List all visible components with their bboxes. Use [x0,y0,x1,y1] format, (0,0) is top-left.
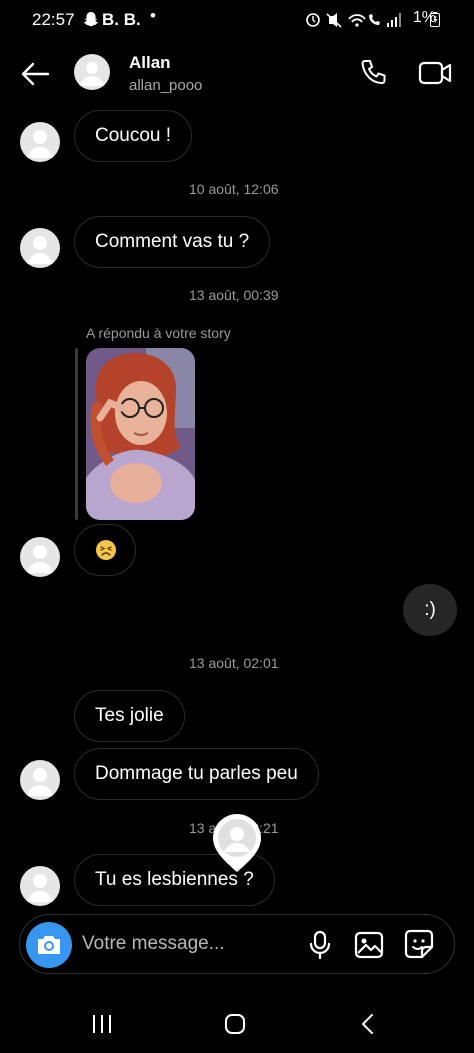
camera-button[interactable] [26,922,72,968]
message-bubble[interactable]: Coucou ! [74,110,193,162]
sent-message-bubble[interactable]: :) [403,584,457,636]
emoji-message-bubble[interactable] [74,524,136,576]
microphone-icon[interactable] [308,930,332,960]
arrow-back-icon[interactable] [20,62,50,86]
sticker-icon[interactable] [404,929,434,959]
status-icons [306,13,401,28]
timestamp: 10 août, 12:06 [189,181,279,197]
message-bubble[interactable]: Dommage tu parles peu [74,748,319,800]
gallery-icon[interactable] [354,931,384,959]
timestamp: 13 août, 00:39 [189,287,279,303]
contact-username[interactable]: allan_pooo [129,77,202,94]
message-input[interactable] [82,929,292,959]
avatar[interactable] [20,537,60,577]
phone-icon[interactable] [359,58,389,88]
avatar[interactable] [20,866,60,906]
timestamp: 13 août, 02:01 [189,655,279,671]
story-reply-label: A répondu à votre story [86,325,231,341]
message-composer [19,914,455,974]
message-text: Tes jolie [95,705,164,726]
message-text: Coucou ! [95,125,172,146]
avatar[interactable] [20,122,60,162]
message-text: :) [424,599,436,620]
battery-icon [430,12,440,27]
avatar[interactable] [20,760,60,800]
video-camera-icon[interactable] [418,60,452,86]
home-icon[interactable] [224,1013,246,1035]
message-bubble[interactable]: Tes jolie [74,690,185,742]
status-dot: • [150,6,156,25]
contact-name[interactable]: Allan [129,53,171,73]
camera-icon [38,936,60,954]
recent-apps-icon[interactable] [90,1014,114,1034]
avatar[interactable] [74,54,110,90]
chat-header: Allan allan_pooo [0,40,474,110]
status-time: 22:57 [32,10,75,29]
status-bar: 22:57 B. B. • 1% [0,0,474,40]
message-text: Dommage tu parles peu [95,763,298,784]
reply-divider [75,348,78,520]
nav-back-icon[interactable] [360,1013,374,1035]
system-nav-bar [0,995,474,1053]
snapchat-icon [84,12,98,27]
persevering-face-emoji-icon [96,540,116,560]
typing-avatar-pin [213,814,261,872]
message-bubble[interactable]: Comment vas tu ? [74,216,271,268]
status-carrier-text: B. B. [102,10,141,29]
avatar[interactable] [20,228,60,268]
story-thumbnail[interactable] [86,348,195,520]
message-text: Comment vas tu ? [95,231,250,252]
